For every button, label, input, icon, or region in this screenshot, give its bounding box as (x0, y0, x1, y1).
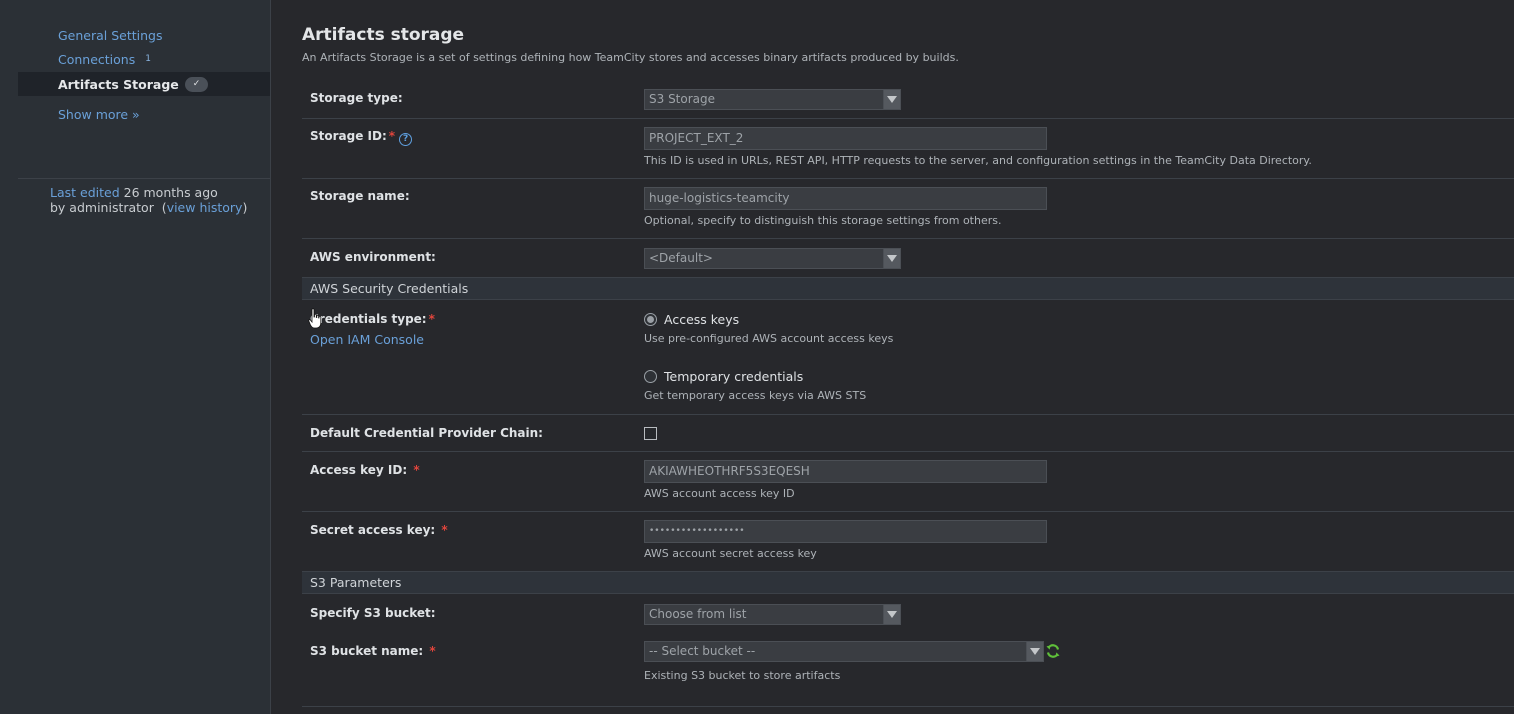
radio-temporary-credentials-label: Temporary credentials (664, 369, 804, 384)
bucket-name-value: -- Select bucket -- (649, 644, 756, 658)
sidebar-item-label: Connections (58, 51, 136, 67)
radio-button[interactable] (644, 370, 657, 383)
credentials-type-label-text: Credentials type: (310, 312, 427, 326)
access-key-id-hint: AWS account access key ID (644, 487, 795, 500)
chevron-down-icon (883, 605, 900, 624)
specify-bucket-label: Specify S3 bucket: (310, 606, 436, 620)
storage-name-input[interactable]: huge-logistics-teamcity (644, 187, 1047, 210)
storage-name-label: Storage name: (310, 189, 410, 203)
aws-environment-value: <Default> (649, 251, 713, 265)
section-aws-security-credentials: AWS Security Credentials (302, 277, 1514, 300)
storage-type-label: Storage type: (310, 91, 403, 105)
required-marker: * (413, 463, 420, 477)
aws-environment-select[interactable]: <Default> (644, 248, 901, 269)
default-chain-checkbox[interactable] (644, 427, 657, 440)
sidebar-item-label: Artifacts Storage (58, 76, 179, 92)
access-key-id-label: Access key ID: * (310, 463, 420, 477)
required-marker: * (441, 523, 448, 537)
access-key-id-label-text: Access key ID: (310, 463, 408, 477)
storage-id-hint: This ID is used in URLs, REST API, HTTP … (644, 154, 1312, 167)
access-keys-hint: Use pre-configured AWS account access ke… (644, 332, 894, 345)
secret-access-key-row: Secret access key: * •••••••••••••••••• … (302, 512, 1514, 572)
bucket-name-row: S3 bucket name: * -- Select bucket -- Ex… (302, 631, 1514, 707)
specify-bucket-value: Choose from list (649, 607, 747, 621)
chevron-down-icon (1026, 642, 1043, 661)
storage-type-row: Storage type: S3 Storage (302, 80, 1514, 119)
required-marker: * (428, 312, 435, 326)
secret-access-key-hint: AWS account secret access key (644, 547, 817, 560)
default-chain-row: Default Credential Provider Chain: (302, 415, 1514, 452)
sidebar-item-general-settings[interactable]: General Settings (18, 23, 270, 47)
bucket-name-label: S3 bucket name: * (310, 644, 436, 658)
chevron-down-icon (883, 90, 900, 109)
access-key-id-row: Access key ID: * AKIAWHEOTHRF5S3EQESH AW… (302, 452, 1514, 512)
bucket-name-label-text: S3 bucket name: (310, 644, 424, 658)
default-chain-label: Default Credential Provider Chain: (310, 426, 543, 440)
radio-access-keys-label: Access keys (664, 312, 740, 327)
bucket-name-select[interactable]: -- Select bucket -- (644, 641, 1044, 662)
required-marker: * (388, 129, 396, 143)
specify-bucket-select[interactable]: Choose from list (644, 604, 901, 625)
show-more-link[interactable]: Show more » (58, 107, 140, 122)
required-marker: * (429, 644, 436, 658)
specify-bucket-row: Specify S3 bucket: Choose from list (302, 595, 1514, 631)
radio-access-keys[interactable]: Access keys (644, 312, 893, 327)
last-edited-link[interactable]: Last edited (50, 185, 120, 200)
credentials-type-row: Credentials type: * Open IAM Console Acce… (302, 301, 1514, 415)
help-icon[interactable]: ? (399, 132, 413, 146)
sidebar-item-artifacts-storage[interactable]: Artifacts Storage ✓ (18, 72, 270, 96)
secret-access-key-input[interactable]: •••••••••••••••••• (644, 520, 1047, 543)
sidebar-item-label: General Settings (58, 27, 163, 43)
storage-id-row: Storage ID: *? PROJECT_EXT_2 This ID is u… (302, 119, 1514, 179)
credentials-type-label: Credentials type: * (310, 312, 435, 326)
sidebar-item-connections[interactable]: Connections 1 (18, 47, 270, 71)
storage-id-input[interactable]: PROJECT_EXT_2 (644, 127, 1047, 150)
refresh-icon[interactable] (1045, 643, 1061, 659)
open-iam-console-link[interactable]: Open IAM Console (310, 332, 424, 347)
storage-id-label: Storage ID: *? (310, 129, 413, 146)
access-key-id-input[interactable]: AKIAWHEOTHRF5S3EQESH (644, 460, 1047, 483)
view-history-link[interactable]: view history (167, 200, 243, 215)
page-description: An Artifacts Storage is a set of setting… (302, 51, 959, 64)
secret-access-key-label-text: Secret access key: (310, 523, 436, 537)
storage-name-row: Storage name: huge-logistics-teamcity Op… (302, 179, 1514, 239)
bucket-name-hint: Existing S3 bucket to store artifacts (644, 669, 841, 682)
sidebar: General Settings Connections 1 Artifacts… (0, 0, 271, 714)
main-content: Artifacts storage An Artifacts Storage i… (302, 0, 1514, 714)
radio-temporary-credentials[interactable]: Temporary credentials (644, 369, 893, 384)
storage-name-hint: Optional, specify to distinguish this st… (644, 214, 1002, 227)
storage-type-select[interactable]: S3 Storage (644, 89, 901, 110)
temporary-credentials-hint: Get temporary access keys via AWS STS (644, 389, 867, 402)
connections-count-badge: 1 (145, 54, 151, 64)
hand-cursor-icon (308, 308, 322, 329)
radio-button-selected[interactable] (644, 313, 657, 326)
storage-type-value: S3 Storage (649, 92, 716, 106)
aws-environment-label: AWS environment: (310, 250, 436, 264)
page-title: Artifacts storage (302, 25, 465, 45)
edited-by: by administrator (50, 200, 154, 215)
section-s3-parameters: S3 Parameters (302, 571, 1514, 594)
last-edited-info: Last edited 26 months ago by administrat… (50, 185, 248, 215)
chevron-down-icon (883, 249, 900, 268)
aws-environment-row: AWS environment: <Default> (302, 239, 1514, 277)
sidebar-divider (18, 178, 270, 179)
storage-id-label-text: Storage ID: (310, 129, 387, 143)
last-edited-time: 26 months ago (123, 185, 218, 200)
check-icon: ✓ (184, 76, 209, 92)
secret-access-key-label: Secret access key: * (310, 523, 448, 537)
